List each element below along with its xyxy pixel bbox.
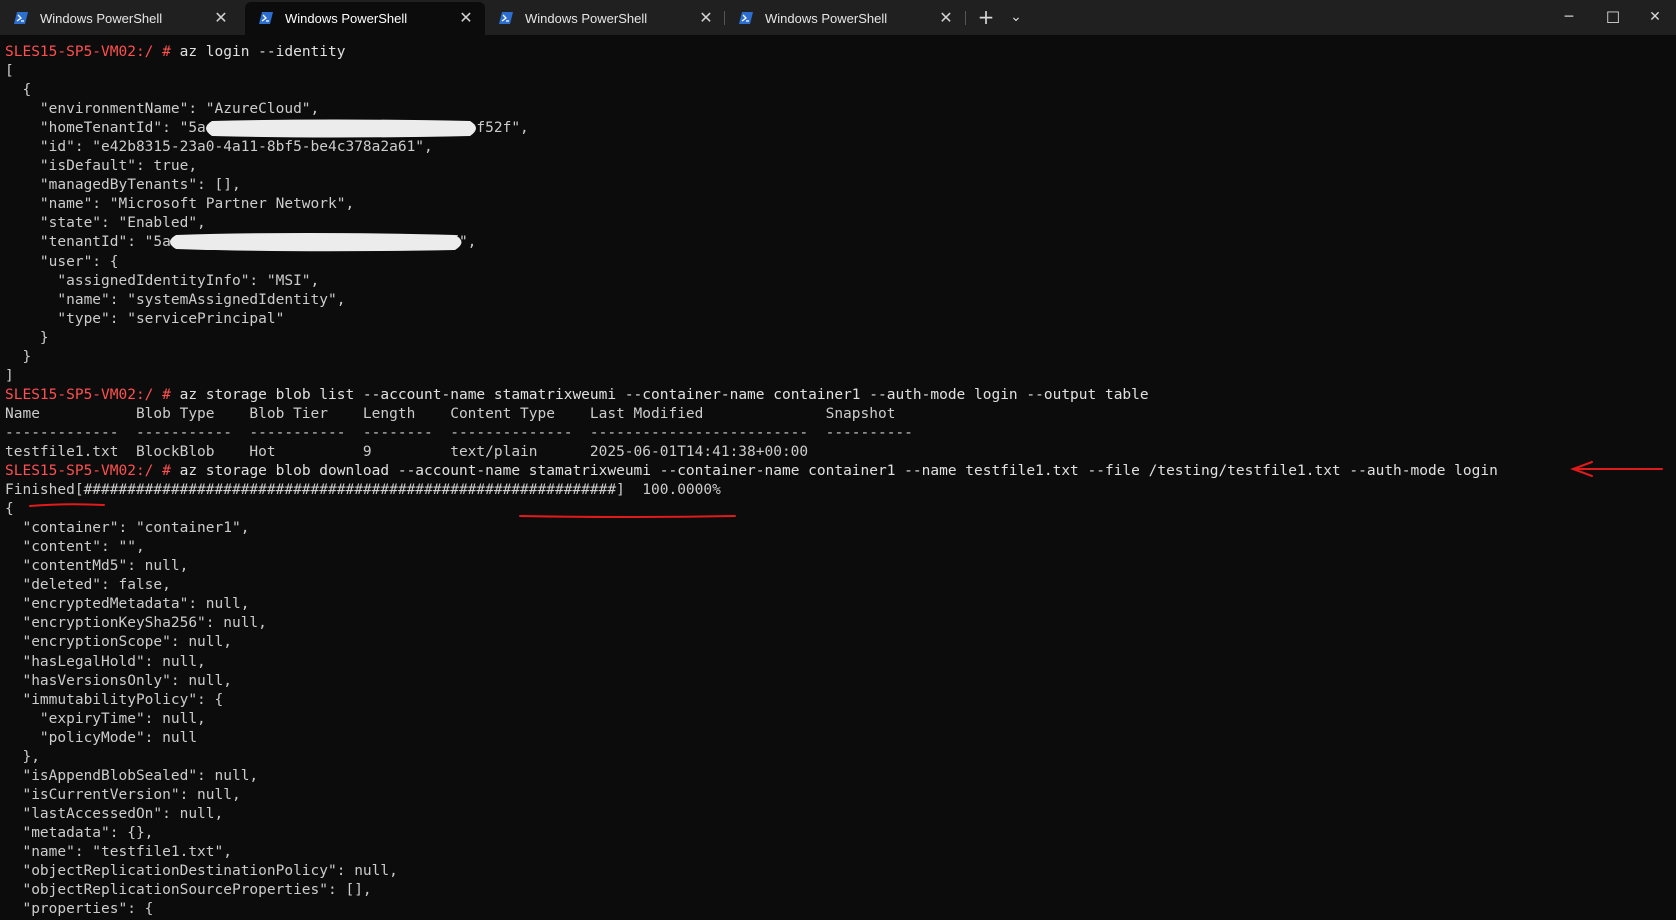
tab-separator <box>965 11 966 25</box>
output-line: "metadata": {}, <box>5 824 154 841</box>
output-line: "isCurrentVersion": null, <box>5 786 241 803</box>
output-line: "properties": { <box>5 901 154 918</box>
tab-title: Windows PowerShell <box>285 11 408 26</box>
shell-prompt: SLES15-SP5-VM02:/ # <box>5 386 180 403</box>
output-line: "user": { <box>5 253 119 270</box>
tab-dropdown-icon[interactable]: ⌄ <box>1002 0 1030 35</box>
output-line: "isDefault": true, <box>5 158 198 175</box>
tab-powershell-4[interactable]: Windows PowerShell ✕ <box>725 2 965 35</box>
output-line: "id": "e42b8315-23a0-4a11-8bf5-be4c378a2… <box>5 139 433 156</box>
output-line: "content": "", <box>5 539 145 556</box>
output-line: "name": "systemAssignedIdentity", <box>5 291 346 308</box>
output-line: "deleted": false, <box>5 577 171 594</box>
output-line: ] <box>5 367 14 384</box>
output-line: { <box>5 501 14 518</box>
output-line: [ <box>5 63 14 80</box>
close-window-button[interactable]: ✕ <box>1634 0 1676 35</box>
maximize-button[interactable]: ☐ <box>1592 0 1634 35</box>
output-line: "tenantId": "5a 52f", <box>5 234 477 251</box>
output-line: "container": "container1", <box>5 520 250 537</box>
output-line: "name": "Microsoft Partner Network", <box>5 196 355 213</box>
tab-close-icon[interactable]: ✕ <box>699 2 713 35</box>
output-line: "name": "testfile1.txt", <box>5 843 232 860</box>
output-line: "environmentName": "AzureCloud", <box>5 101 320 118</box>
output-line: "hasLegalHold": null, <box>5 653 206 670</box>
output-line: } <box>5 348 32 365</box>
output-line: "encryptionScope": null, <box>5 634 232 651</box>
output-line: "hasVersionsOnly": null, <box>5 672 232 689</box>
shell-prompt: SLES15-SP5-VM02:/ # <box>5 463 180 480</box>
powershell-icon <box>499 12 513 24</box>
terminal-output[interactable]: SLES15-SP5-VM02:/ # az login --identity[… <box>5 43 1676 920</box>
command-text: az login --identity <box>179 44 346 60</box>
output-line: "assignedIdentityInfo": "MSI", <box>5 272 320 289</box>
output-line: "state": "Enabled", <box>5 215 206 232</box>
output-line: "homeTenantId": "5a bf52f", <box>5 120 529 137</box>
output-line: }, <box>5 748 40 765</box>
output-line: "isAppendBlobSealed": null, <box>5 767 259 784</box>
tab-powershell-3[interactable]: Windows PowerShell ✕ <box>485 2 725 35</box>
output-line: Finished[###############################… <box>5 482 721 499</box>
tab-close-icon[interactable]: ✕ <box>939 2 953 35</box>
output-line: "expiryTime": null, <box>5 710 206 727</box>
command-text: az storage blob download --account-name … <box>179 463 1498 480</box>
output-line: testfile1.txt BlockBlob Hot 9 text/plain… <box>5 443 809 460</box>
new-tab-button[interactable]: + <box>970 0 1002 35</box>
tab-powershell-2[interactable]: Windows PowerShell ✕ <box>245 2 485 35</box>
minimize-button[interactable]: ─ <box>1546 0 1592 35</box>
output-line: "encryptionKeySha256": null, <box>5 615 267 632</box>
output-line: "policyMode": null <box>5 729 198 746</box>
output-line: "objectReplicationSourceProperties": [], <box>5 882 372 899</box>
powershell-icon <box>14 12 28 24</box>
output-line: Name Blob Type Blob Tier Length Content … <box>5 405 896 422</box>
output-line: "managedByTenants": [], <box>5 177 241 194</box>
output-line: "encryptedMetadata": null, <box>5 596 250 613</box>
output-line: "lastAccessedOn": null, <box>5 805 224 822</box>
tab-title: Windows PowerShell <box>765 11 888 26</box>
tab-close-icon[interactable]: ✕ <box>459 2 473 35</box>
output-line: } <box>5 329 49 346</box>
powershell-icon <box>259 12 273 24</box>
command-line: SLES15-SP5-VM02:/ # az storage blob down… <box>5 462 1676 481</box>
command-text: az storage blob list --account-name stam… <box>179 386 1149 403</box>
command-line: SLES15-SP5-VM02:/ # az login --identity <box>5 43 1676 62</box>
tab-close-icon[interactable]: ✕ <box>214 2 228 35</box>
powershell-icon <box>739 12 753 24</box>
tab-title: Windows PowerShell <box>525 11 648 26</box>
tab-powershell-1[interactable]: Windows PowerShell ✕ <box>0 2 240 35</box>
output-line: "type": "servicePrincipal" <box>5 310 285 327</box>
command-line: SLES15-SP5-VM02:/ # az storage blob list… <box>5 386 1676 405</box>
tab-title: Windows PowerShell <box>40 11 163 26</box>
output-line: "contentMd5": null, <box>5 558 189 575</box>
shell-prompt: SLES15-SP5-VM02:/ # <box>5 44 180 60</box>
output-line: ------------- ----------- ----------- --… <box>5 424 913 441</box>
title-bar: Windows PowerShell ✕ Windows PowerShell … <box>0 0 1676 35</box>
output-line: "immutabilityPolicy": { <box>5 691 224 708</box>
output-line: { <box>5 82 32 99</box>
output-line: "objectReplicationDestinationPolicy": nu… <box>5 863 398 880</box>
